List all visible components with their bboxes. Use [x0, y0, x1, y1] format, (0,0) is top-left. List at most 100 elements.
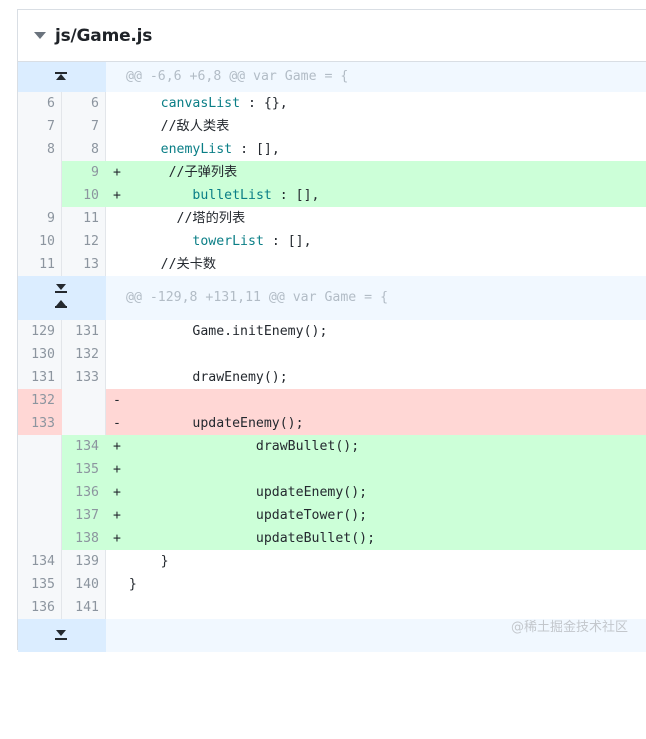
new-line-number[interactable]: 137 — [62, 504, 106, 527]
old-line-number[interactable]: 11 — [18, 253, 62, 276]
code-text: updateBullet(); — [120, 531, 376, 546]
code-line: enemyList : [], — [106, 138, 646, 161]
expand-up-icon — [56, 74, 66, 80]
code-line: + //子弹列表 — [106, 161, 646, 184]
diff-panel: js/Game.js @@ -6,6 +6,8 @@ var Game = { … — [17, 9, 646, 652]
new-line-number[interactable] — [62, 412, 106, 435]
expand-up-button[interactable] — [18, 62, 106, 92]
code-line: } — [106, 573, 646, 596]
new-line-number[interactable]: 141 — [62, 596, 106, 619]
expand-up-icon — [56, 300, 66, 306]
code-line: + updateEnemy(); — [106, 481, 646, 504]
new-line-number[interactable]: 12 — [62, 230, 106, 253]
diff-sign — [113, 324, 121, 339]
code-text: drawBullet(); — [120, 439, 360, 454]
new-line-number[interactable]: 7 — [62, 115, 106, 138]
new-line-number[interactable]: 8 — [62, 138, 106, 161]
file-header: js/Game.js — [18, 10, 646, 62]
diff-sign: + — [113, 462, 121, 477]
expand-bar-icon — [55, 306, 67, 308]
code-line: - — [106, 389, 646, 412]
deleted-line: 132- — [18, 389, 646, 412]
new-line-number[interactable] — [62, 389, 106, 412]
diff-block: 129131 Game.initEnemy();130132 131 133 dr… — [18, 320, 646, 619]
diff-sign — [113, 600, 121, 615]
diff-sign — [113, 370, 121, 385]
diff-sign: + — [113, 188, 121, 203]
new-line-number[interactable]: 138 — [62, 527, 106, 550]
code-line: } — [106, 550, 646, 573]
code-text: //关卡数 — [120, 257, 217, 272]
new-line-number[interactable]: 135 — [62, 458, 106, 481]
new-line-number[interactable]: 140 — [62, 573, 106, 596]
code-text: : [], — [263, 234, 312, 249]
old-line-number[interactable] — [18, 184, 62, 207]
code-text: : [], — [232, 142, 280, 157]
old-line-number[interactable]: 136 — [18, 596, 62, 619]
code-line: - updateEnemy(); — [106, 412, 646, 435]
diff-sign — [113, 577, 121, 592]
new-line-number[interactable]: 139 — [62, 550, 106, 573]
added-line: 9 + //子弹列表 — [18, 161, 646, 184]
code-property: towerList — [192, 234, 264, 249]
expand-down-icon — [56, 630, 66, 636]
expand-both-button[interactable] — [18, 276, 106, 320]
context-line: 129131 Game.initEnemy(); — [18, 320, 646, 343]
diff-sign: - — [113, 416, 121, 431]
code-property: canvasList — [160, 96, 241, 111]
context-line: 135 140 } — [18, 573, 646, 596]
diff-sign — [113, 142, 121, 157]
new-line-number[interactable]: 13 — [62, 253, 106, 276]
code-text: : {}, — [240, 96, 288, 111]
expand-bar-icon — [55, 291, 67, 293]
old-line-number[interactable]: 134 — [18, 550, 62, 573]
context-line: 134 139 } — [18, 550, 646, 573]
code-line: + — [106, 458, 646, 481]
code-property: bulletList — [192, 188, 272, 203]
code-text: Game.initEnemy(); — [120, 324, 328, 339]
code-line: //塔的列表 — [106, 207, 646, 230]
added-line: 135 + — [18, 458, 646, 481]
code-text: } — [120, 554, 169, 569]
context-line: 9 11 //塔的列表 — [18, 207, 646, 230]
expand-down-icon — [56, 284, 66, 290]
diff-sign — [113, 96, 121, 111]
old-line-number[interactable]: 10 — [18, 230, 62, 253]
old-line-number[interactable]: 135 — [18, 573, 62, 596]
new-line-number[interactable]: 6 — [62, 92, 106, 115]
new-line-number[interactable]: 134 — [62, 435, 106, 458]
code-text: //敌人类表 — [120, 119, 230, 134]
diff-block: 66 canvasList : {},77 //敌人类表88 enemyList… — [18, 92, 646, 276]
context-line: 130132 — [18, 343, 646, 366]
new-line-number[interactable]: 133 — [62, 366, 106, 389]
code-line: towerList : [], — [106, 230, 646, 253]
code-line: + updateBullet(); — [106, 527, 646, 550]
new-line-number[interactable]: 131 — [62, 320, 106, 343]
new-line-number[interactable]: 11 — [62, 207, 106, 230]
old-line-number[interactable]: 9 — [18, 207, 62, 230]
diff-sign: + — [113, 165, 121, 180]
expand-bar-icon — [55, 638, 67, 640]
new-line-number[interactable]: 10 — [62, 184, 106, 207]
new-line-number[interactable]: 132 — [62, 343, 106, 366]
diff-sign — [113, 347, 121, 362]
code-property: enemyList — [160, 142, 233, 157]
diff-sign: - — [113, 393, 121, 408]
code-line — [106, 343, 646, 366]
expand-down-button[interactable] — [18, 619, 106, 652]
code-text: updateTower(); — [120, 508, 368, 523]
watermark: @稀土掘金技术社区 — [510, 620, 628, 635]
code-line: //关卡数 — [106, 253, 646, 276]
new-line-number[interactable]: 9 — [62, 161, 106, 184]
code-text: //塔的列表 — [120, 211, 246, 226]
hunk-header-text: @@ -6,6 +6,8 @@ var Game = { — [106, 62, 646, 92]
new-line-number[interactable]: 136 — [62, 481, 106, 504]
diff-sign — [113, 211, 121, 226]
diff-sign: + — [113, 531, 121, 546]
diff-sign — [113, 554, 121, 569]
code-line: Game.initEnemy(); — [106, 320, 646, 343]
collapse-caret-icon[interactable] — [34, 32, 46, 39]
